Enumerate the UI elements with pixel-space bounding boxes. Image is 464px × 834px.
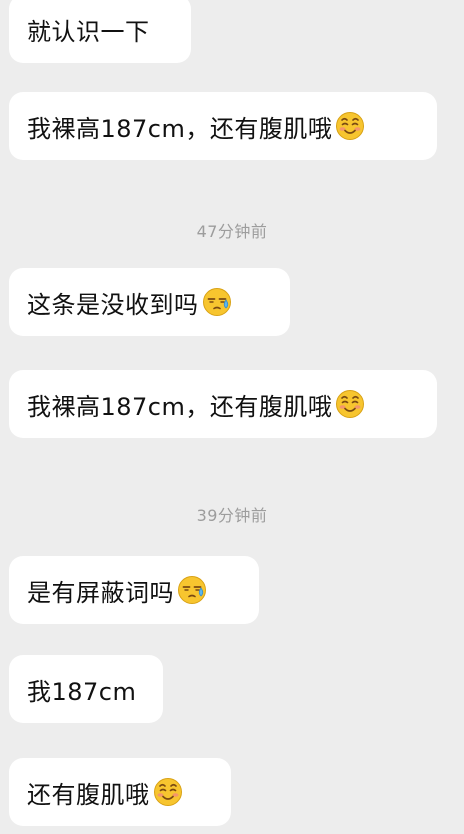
message-text: 是有屏蔽词吗 xyxy=(27,578,174,607)
message-bubble[interactable]: 我187cm xyxy=(9,655,163,723)
smile-blush-emoji-icon xyxy=(153,777,183,807)
message-bubble[interactable]: 还有腹肌哦 xyxy=(9,758,231,826)
smile-blush-emoji-icon xyxy=(335,111,365,141)
message-bubble[interactable]: 就认识一下 xyxy=(9,0,191,63)
message-text: 我187cm xyxy=(27,677,137,706)
timestamp: 47分钟前 xyxy=(196,222,268,241)
message-text: 这条是没收到吗 xyxy=(27,290,199,319)
message-text: 我裸高187cm，还有腹肌哦 xyxy=(27,114,333,143)
sweat-emoji-icon xyxy=(202,287,232,317)
message-text: 还有腹肌哦 xyxy=(27,780,150,809)
message-bubble[interactable]: 我裸高187cm，还有腹肌哦 xyxy=(9,92,437,160)
message-bubble[interactable]: 我裸高187cm，还有腹肌哦 xyxy=(9,370,437,438)
chat-conversation: 就认识一下 我裸高187cm，还有腹肌哦 47分钟前 这条是没收到吗 我裸高18… xyxy=(0,0,464,834)
message-bubble[interactable]: 是有屏蔽词吗 xyxy=(9,556,259,624)
message-bubble[interactable]: 这条是没收到吗 xyxy=(9,268,290,336)
timestamp: 39分钟前 xyxy=(196,506,268,525)
sweat-emoji-icon xyxy=(177,575,207,605)
message-text: 就认识一下 xyxy=(27,17,150,46)
message-text: 我裸高187cm，还有腹肌哦 xyxy=(27,392,333,421)
smile-blush-emoji-icon xyxy=(335,389,365,419)
